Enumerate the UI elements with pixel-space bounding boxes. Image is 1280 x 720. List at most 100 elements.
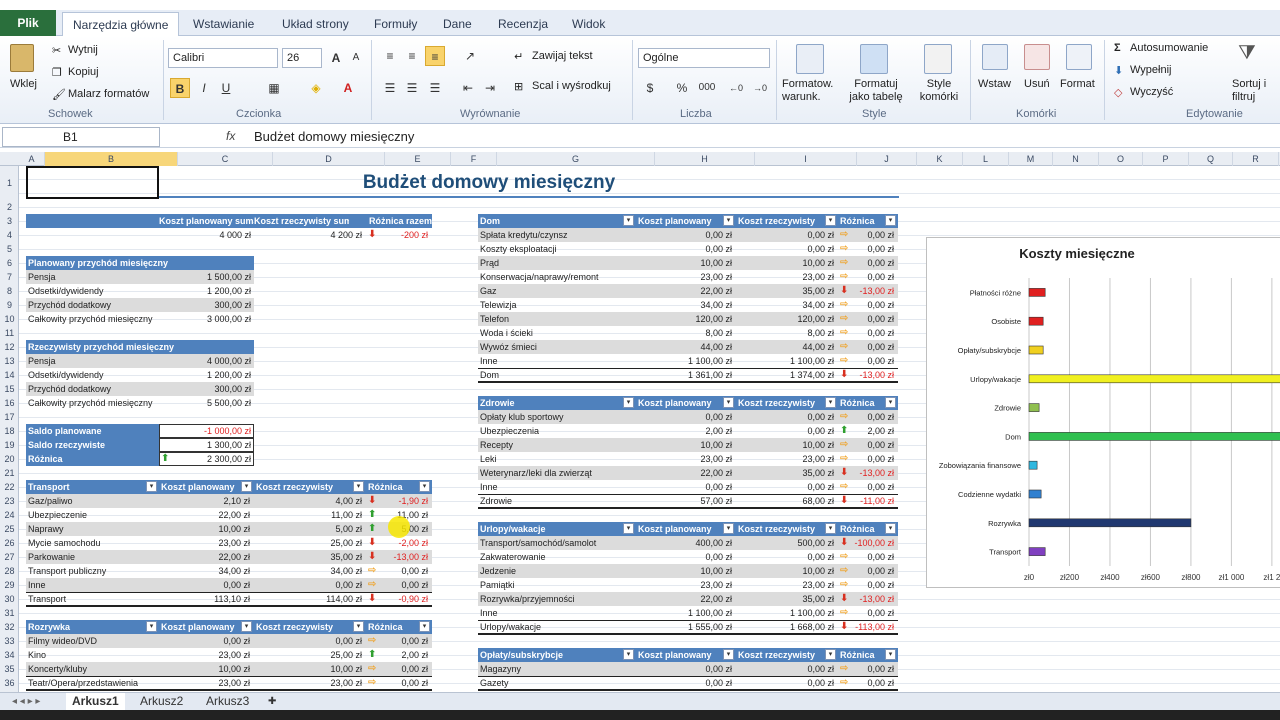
fill-color-icon[interactable]: ◈ xyxy=(306,78,326,98)
sort-filter-button[interactable]: Sortuj i filtruj xyxy=(1232,78,1272,104)
transport-item[interactable]: Transport xyxy=(28,592,157,606)
thousands-button[interactable]: 000 xyxy=(696,78,718,98)
balance-label[interactable]: Saldo planowane xyxy=(28,424,158,438)
transport-actual[interactable]: 25,00 zł xyxy=(254,536,362,550)
vacation-difference[interactable]: 0,00 zł xyxy=(838,564,894,578)
transport-item[interactable]: Transport publiczny xyxy=(28,564,157,578)
vacation-title[interactable]: Urlopy/wakacje xyxy=(480,522,622,536)
health-difference[interactable]: -13,00 zł xyxy=(838,466,894,480)
entertainment-difference[interactable]: 0,00 zł xyxy=(366,634,428,648)
vacation-actual[interactable]: 35,00 zł xyxy=(736,592,834,606)
transport-actual[interactable]: 114,00 zł xyxy=(254,592,362,606)
row-header-35[interactable]: 35 xyxy=(0,662,19,676)
transport-col-header[interactable]: Koszt rzeczywisty xyxy=(256,480,352,494)
transport-col-header[interactable]: Różnica xyxy=(368,480,418,494)
vacation-planned[interactable]: 1 555,00 zł xyxy=(636,620,732,634)
vacation-difference[interactable]: -13,00 zł xyxy=(838,592,894,606)
format-as-table-button[interactable]: Formatuj jako tabelę xyxy=(844,78,908,104)
align-top-icon[interactable]: ≡ xyxy=(380,46,400,66)
health-item[interactable]: Zdrowie xyxy=(480,494,634,508)
vacation-planned[interactable]: 10,00 zł xyxy=(636,564,732,578)
home-item[interactable]: Dom xyxy=(480,368,634,382)
home-difference[interactable]: 0,00 zł xyxy=(838,270,894,284)
health-difference[interactable]: 0,00 zł xyxy=(838,480,894,494)
transport-planned[interactable]: 2,10 zł xyxy=(159,494,250,508)
home-item[interactable]: Inne xyxy=(480,354,634,368)
subscriptions-planned[interactable]: 0,00 zł xyxy=(636,662,732,676)
clear-icon[interactable]: ◇ xyxy=(1114,86,1122,99)
vacation-planned[interactable]: 1 100,00 zł xyxy=(636,606,732,620)
format-cells-button[interactable]: Format xyxy=(1060,78,1095,90)
transport-item[interactable]: Gaz/paliwo xyxy=(28,494,157,508)
home-actual[interactable]: 10,00 zł xyxy=(736,256,834,270)
row-header-12[interactable]: 12 xyxy=(0,340,19,354)
entertainment-col-header[interactable]: Różnica xyxy=(368,620,418,634)
transport-actual[interactable]: 34,00 zł xyxy=(254,564,362,578)
column-header-i[interactable]: I xyxy=(755,152,857,166)
home-difference[interactable]: -13,00 zł xyxy=(838,368,894,382)
insert-cells-button[interactable]: Wstaw xyxy=(978,78,1011,90)
transport-item[interactable]: Ubezpieczenie xyxy=(28,508,157,522)
sheet-nav-icon[interactable]: ◂ ◂ ▸ ▸ xyxy=(6,693,46,710)
row-header-5[interactable]: 5 xyxy=(0,242,19,256)
new-sheet-icon[interactable]: ✚ xyxy=(262,693,282,710)
row-header-32[interactable]: 32 xyxy=(0,620,19,634)
subscriptions-difference[interactable]: 0,00 zł xyxy=(838,662,894,676)
transport-actual[interactable]: 35,00 zł xyxy=(254,550,362,564)
entertainment-actual[interactable]: 0,00 zł xyxy=(254,634,362,648)
vacation-item[interactable]: Jedzenie xyxy=(480,564,634,578)
filter-dropdown-icon[interactable]: ▾ xyxy=(623,523,634,534)
health-item[interactable]: Leki xyxy=(480,452,634,466)
delete-cells-icon[interactable] xyxy=(1024,44,1050,70)
filter-dropdown-icon[interactable]: ▾ xyxy=(723,523,734,534)
actual_income-label[interactable]: Odsetki/dywidendy xyxy=(28,368,158,382)
vacation-col-header[interactable]: Różnica xyxy=(840,522,884,536)
entertainment-col-header[interactable]: Koszt rzeczywisty xyxy=(256,620,352,634)
column-header-p[interactable]: P xyxy=(1143,152,1189,166)
actual_income-title[interactable]: Rzeczywisty przychód miesięczny xyxy=(28,340,228,354)
row-header-31[interactable]: 31 xyxy=(0,606,19,620)
decrease-decimal-icon[interactable]: →0 xyxy=(750,78,770,98)
transport-planned[interactable]: 22,00 zł xyxy=(159,508,250,522)
tab-view[interactable]: Widok xyxy=(572,12,605,36)
insert-function-button[interactable]: fx xyxy=(226,129,235,143)
merge-icon[interactable]: ⊞ xyxy=(514,80,523,93)
column-header-c[interactable]: C xyxy=(178,152,273,166)
row-header-9[interactable]: 9 xyxy=(0,298,19,312)
balance-value[interactable]: -1 000,00 zł xyxy=(159,424,251,438)
column-header-m[interactable]: M xyxy=(1009,152,1053,166)
filter-dropdown-icon[interactable]: ▾ xyxy=(885,523,896,534)
home-col-header[interactable]: Koszt rzeczywisty xyxy=(738,214,824,228)
vacation-item[interactable]: Rozrywka/przyjemności xyxy=(480,592,634,606)
health-actual[interactable]: 10,00 zł xyxy=(736,438,834,452)
wrap-text-button[interactable]: Zawijaj tekst xyxy=(532,50,593,62)
row-header-34[interactable]: 34 xyxy=(0,648,19,662)
paste-icon[interactable] xyxy=(10,44,34,72)
vacation-col-header[interactable]: Koszt planowany xyxy=(638,522,722,536)
home-item[interactable]: Konserwacja/naprawy/remont xyxy=(480,270,634,284)
entertainment-planned[interactable]: 23,00 zł xyxy=(159,648,250,662)
vacation-item[interactable]: Zakwaterowanie xyxy=(480,550,634,564)
vacation-difference[interactable]: -113,00 zł xyxy=(838,620,894,634)
column-header-f[interactable]: F xyxy=(451,152,497,166)
transport-difference[interactable]: -1,90 zł xyxy=(366,494,428,508)
column-header-l[interactable]: L xyxy=(963,152,1009,166)
subscriptions-planned[interactable]: 0,00 zł xyxy=(636,676,732,690)
vacation-item[interactable]: Transport/samochód/samolot xyxy=(480,536,634,550)
vacation-difference[interactable]: 0,00 zł xyxy=(838,606,894,620)
row-header-20[interactable]: 20 xyxy=(0,452,19,466)
home-difference[interactable]: 0,00 zł xyxy=(838,242,894,256)
row-header-33[interactable]: 33 xyxy=(0,634,19,648)
actual_income-value[interactable]: 300,00 zł xyxy=(159,382,251,396)
filter-dropdown-icon[interactable]: ▾ xyxy=(723,649,734,660)
home-actual[interactable]: 1 374,00 zł xyxy=(736,368,834,382)
column-header-g[interactable]: G xyxy=(497,152,655,166)
vacation-difference[interactable]: 0,00 zł xyxy=(838,578,894,592)
home-planned[interactable]: 0,00 zł xyxy=(636,242,732,256)
transport-planned[interactable]: 23,00 zł xyxy=(159,536,250,550)
copy-button[interactable]: Kopiuj xyxy=(68,66,99,78)
planned_income-title[interactable]: Planowany przychód miesięczny xyxy=(28,256,228,270)
transport-planned[interactable]: 0,00 zł xyxy=(159,578,250,592)
filter-dropdown-icon[interactable]: ▾ xyxy=(825,397,836,408)
transport-planned[interactable]: 34,00 zł xyxy=(159,564,250,578)
